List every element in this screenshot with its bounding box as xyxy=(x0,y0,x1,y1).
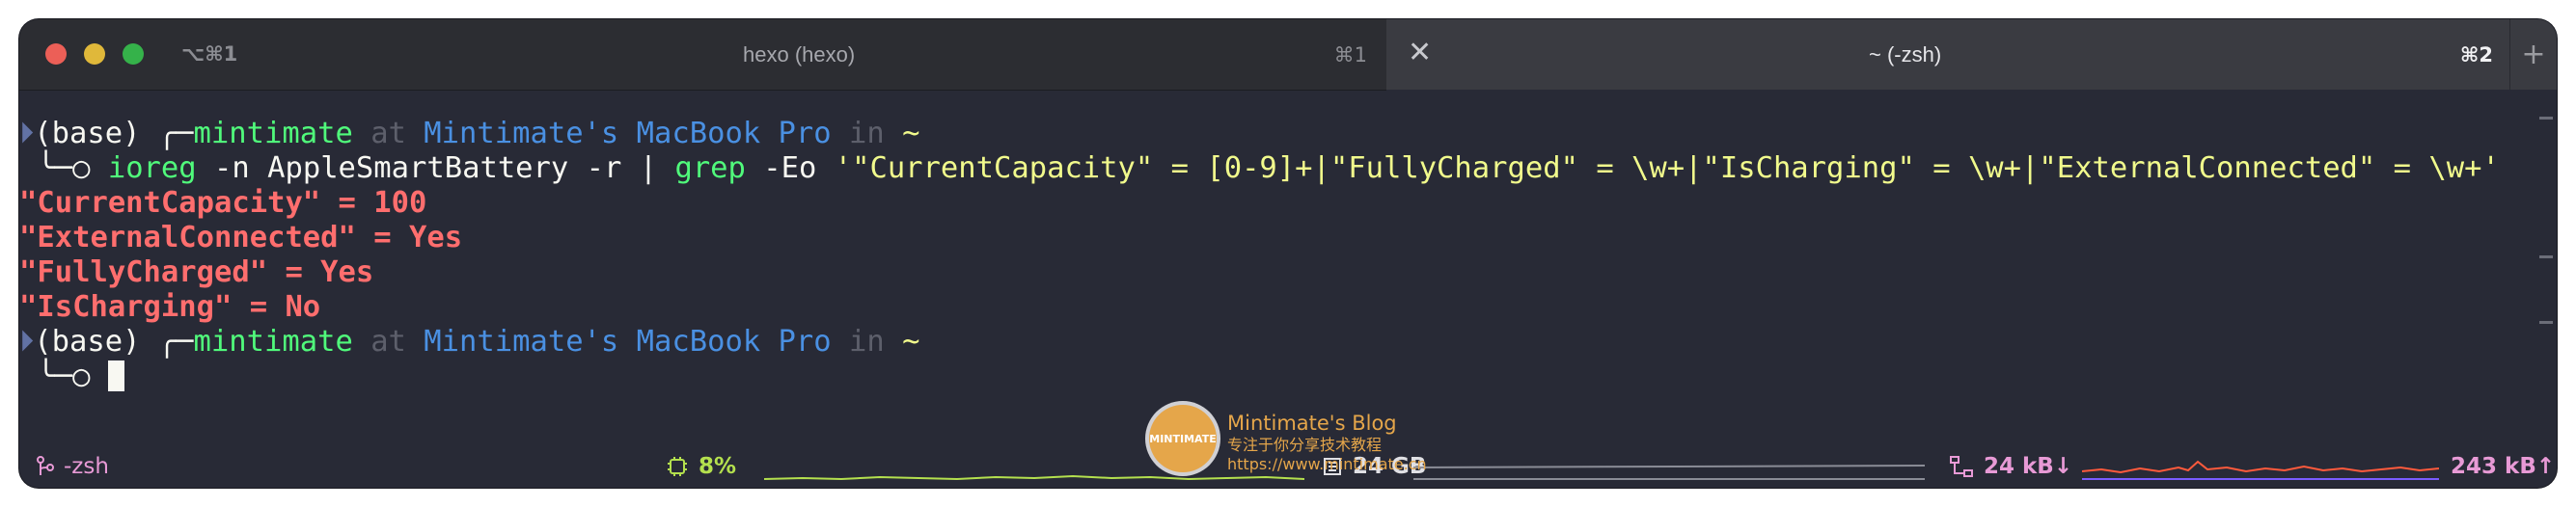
command-pattern: '"CurrentCapacity" = [0-9]+|"FullyCharge… xyxy=(834,151,2500,185)
tab-zsh[interactable]: ✕ ~ (-zsh) ⌘2 + xyxy=(1386,19,2557,90)
scroll-mark xyxy=(2539,117,2553,120)
close-window-button[interactable] xyxy=(45,43,67,65)
prompt-line: ⏵(base) ╭─mintimate at Mintimate's MacBo… xyxy=(19,325,920,360)
status-net-down[interactable]: 24 kB↓ xyxy=(1949,454,2072,479)
prompt-dir: ~ xyxy=(902,117,920,150)
status-net-down-value: 24 kB↓ xyxy=(1984,454,2073,479)
command-grep: grep xyxy=(674,151,746,185)
output-line: "CurrentCapacity" = 100 xyxy=(19,186,427,220)
prompt-line: ⏵(base) ╭─mintimate at Mintimate's MacBo… xyxy=(19,117,920,151)
mark-arrow-icon: ⏵ xyxy=(19,117,35,150)
prompt-corner: ╭─ xyxy=(157,117,194,150)
prompt-at: at xyxy=(370,117,406,150)
command-grep-flag: -Eo xyxy=(745,151,835,185)
status-net-up[interactable]: 243 kB↑ xyxy=(2451,454,2555,479)
blog-logo-text: MINTIMATE xyxy=(1149,432,1217,445)
ram-graph xyxy=(1413,465,1925,480)
prompt-corner: ╭─ xyxy=(157,325,194,359)
tab-hotkey-hint: ⌥⌘1 xyxy=(181,42,238,66)
mark-arrow-icon: ⏵ xyxy=(19,325,35,359)
blog-watermark: Mintimate's Blog 专注于你分享技术教程 https://www.… xyxy=(1227,411,1427,474)
zoom-window-button[interactable] xyxy=(123,43,144,65)
status-net-up-value: 243 kB↑ xyxy=(2451,454,2556,479)
prompt-host: Mintimate's MacBook Pro xyxy=(424,117,832,150)
prompt-corner: ╰─○ xyxy=(37,151,108,185)
cpu-graph xyxy=(764,474,1304,481)
conda-env: (base) xyxy=(34,117,141,150)
status-shell-label: -zsh xyxy=(64,454,109,479)
conda-env: (base) xyxy=(34,325,141,359)
prompt-dir: ~ xyxy=(902,325,920,359)
blog-logo: MINTIMATE xyxy=(1149,405,1217,472)
tab-title: ~ (-zsh) xyxy=(1869,42,1942,67)
scroll-mark xyxy=(2539,321,2553,324)
tab-shortcut: ⌘2 xyxy=(2459,43,2493,67)
git-branch-icon xyxy=(37,456,54,475)
command-line: ╰─○ ioreg -n AppleSmartBattery -r | grep… xyxy=(19,151,2500,186)
prompt-in: in xyxy=(849,325,885,359)
watermark-title: Mintimate's Blog xyxy=(1227,412,1397,435)
prompt-at: at xyxy=(370,325,406,359)
close-tab-icon[interactable]: ✕ xyxy=(1408,39,1432,67)
input-line[interactable]: ╰─○ xyxy=(19,360,124,394)
tab-bar: ⌥⌘1 hexo (hexo) ⌘1 ✕ ~ (-zsh) ⌘2 + xyxy=(19,19,2557,91)
prompt-user: mintimate xyxy=(193,325,353,359)
minimize-window-button[interactable] xyxy=(84,43,105,65)
terminal-output[interactable]: ⏵(base) ╭─mintimate at Mintimate's MacBo… xyxy=(19,90,2537,446)
output-line: "FullyCharged" = Yes xyxy=(19,255,374,289)
prompt-host: Mintimate's MacBook Pro xyxy=(424,325,832,359)
output-line: "ExternalConnected" = Yes xyxy=(19,221,463,254)
output-line: "IsCharging" = No xyxy=(19,290,321,324)
network-icon xyxy=(1950,456,1973,477)
watermark-url: https://www.mintimate.cn xyxy=(1227,455,1427,473)
tab-hexo[interactable]: ⌥⌘1 hexo (hexo) ⌘1 xyxy=(19,19,1386,91)
terminal-scrollbar[interactable] xyxy=(2537,90,2557,446)
scroll-mark xyxy=(2539,255,2553,258)
tab-shortcut: ⌘1 xyxy=(1333,43,1367,67)
cpu-icon xyxy=(668,457,687,476)
prompt-in: in xyxy=(849,117,885,150)
status-cpu-value: 8% xyxy=(699,454,737,479)
watermark-subtitle: 专注于你分享技术教程 xyxy=(1227,436,1383,454)
new-tab-button[interactable]: + xyxy=(2509,19,2557,90)
command-args: -n AppleSmartBattery -r | xyxy=(196,151,675,185)
command-name: ioreg xyxy=(107,151,197,185)
tab-title: hexo (hexo) xyxy=(743,42,856,67)
status-shell[interactable]: -zsh xyxy=(37,454,109,479)
text-cursor xyxy=(107,360,124,391)
status-cpu[interactable]: 8% xyxy=(666,454,736,479)
network-graph xyxy=(2082,460,2439,480)
prompt-corner: ╰─○ xyxy=(37,360,108,393)
prompt-user: mintimate xyxy=(193,117,353,150)
